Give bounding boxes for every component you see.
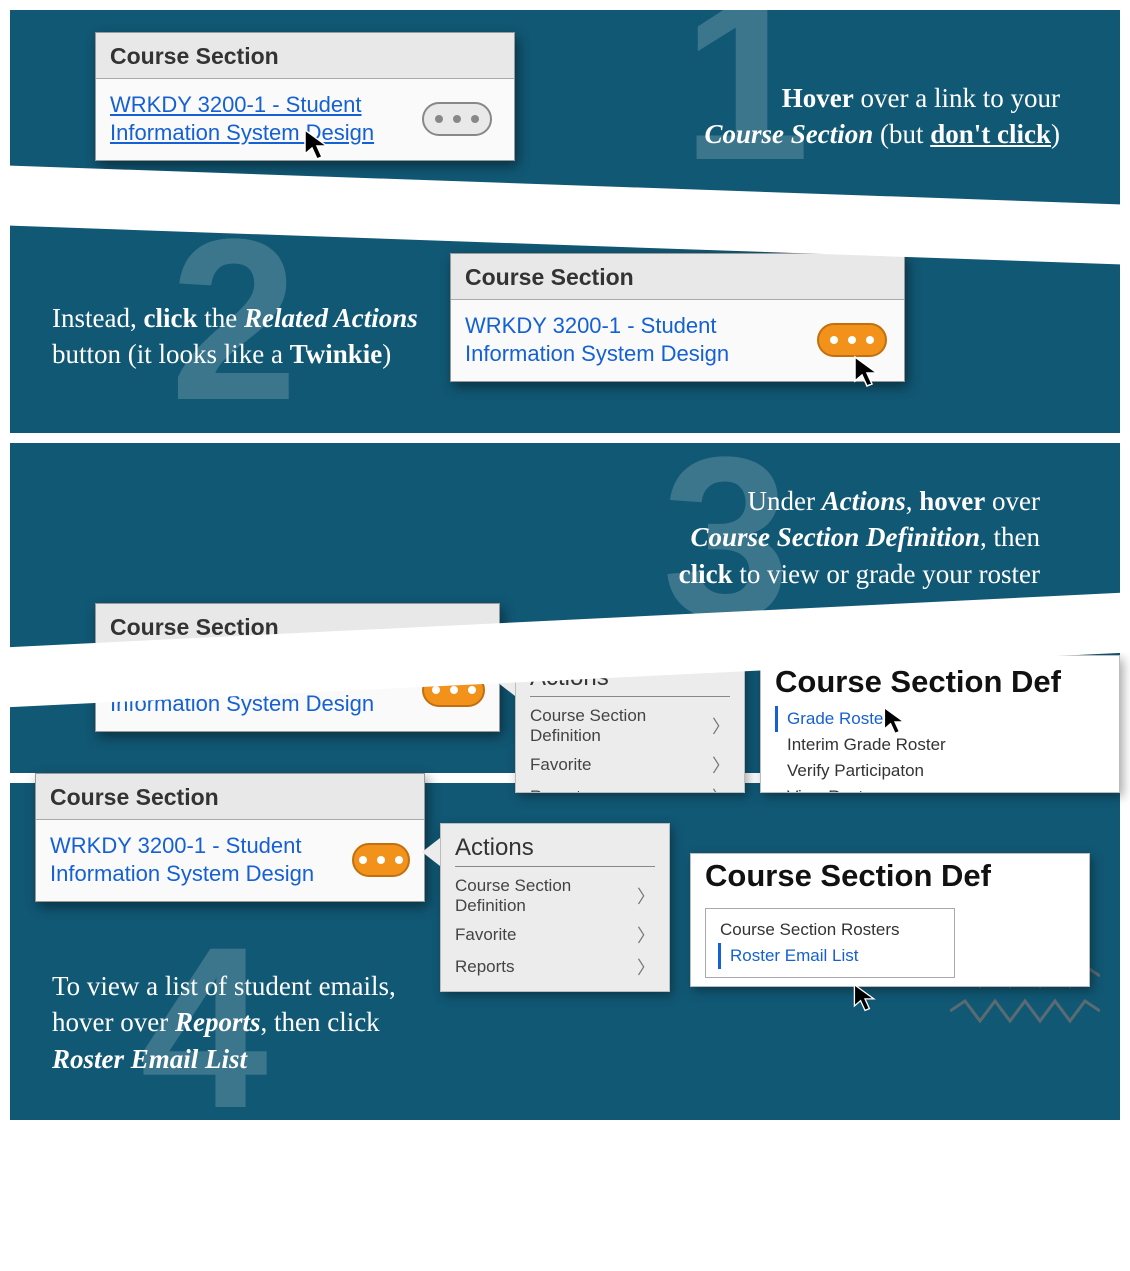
related-actions-button[interactable] [422,102,492,136]
chevron-right-icon: 〉 [712,784,730,793]
panel-4: 4 To view a list of student emails,hover… [10,783,1120,1120]
submenu-heading: Course Section Def [775,664,1105,700]
ellipsis-icon [435,115,443,123]
course-link[interactable]: WRKDY 3200-1 - Student Information Syste… [110,91,410,146]
submenu-item[interactable]: Course Section Rosters [718,917,942,943]
submenu-item[interactable]: Grade Roster [775,706,1105,732]
zigzag-decoration [950,998,1100,1024]
cursor-icon [852,983,878,1013]
actions-title: Actions [455,834,655,867]
card-header: Course Section [96,33,514,79]
ellipsis-icon [432,686,440,694]
submenu-item[interactable]: Roster Email List [718,943,942,969]
actions-item[interactable]: Course Section Definition〉 [455,873,655,919]
course-card-4: Course Section WRKDY 3200-1 - Student In… [35,773,425,902]
related-actions-button[interactable] [817,323,887,357]
ellipsis-icon [359,856,367,864]
chevron-right-icon: 〉 [712,713,730,739]
submenu-course-def: Course Section Def Grade Roster Interim … [760,655,1120,793]
submenu-item[interactable]: Verify Participaton [775,758,1105,784]
card-header: Course Section [451,254,904,300]
course-card-1: Course Section WRKDY 3200-1 - Student In… [95,32,515,161]
instruction-2: Instead, click the Related Actionsbutton… [52,300,452,373]
submenu-item[interactable]: View Roster [775,784,1105,793]
related-actions-button[interactable] [352,843,410,877]
course-link[interactable]: WRKDY 3200-1 - Student Information Syste… [465,312,805,367]
instruction-1: Hover over a link to yourCourse Section … [620,80,1060,153]
bubble-notch [422,838,440,866]
instruction-3: Under Actions, hover overCourse Section … [580,483,1040,592]
card-header: Course Section [36,774,424,820]
submenu-heading: Course Section Def [705,858,1075,894]
course-link[interactable]: WRKDY 3200-1 - Student Information Syste… [50,832,340,887]
actions-item[interactable]: Favorite〉 [530,749,730,781]
actions-menu: Actions Course Section Definition〉 Favor… [440,823,670,992]
submenu-item[interactable]: Interim Grade Roster [775,732,1105,758]
instruction-4: To view a list of student emails,hover o… [52,968,452,1077]
actions-item[interactable]: Reports〉 [455,951,655,983]
panel-1: 1 Hover over a link to yourCourse Sectio… [10,10,1120,205]
actions-item[interactable]: Reports〉 [530,781,730,793]
chevron-right-icon: 〉 [637,922,655,948]
submenu-reports: Course Section Def Course Section Roster… [690,853,1090,987]
chevron-right-icon: 〉 [637,883,655,909]
actions-item[interactable]: Course Section Definition〉 [530,703,730,749]
divider [0,1145,1130,1271]
actions-item[interactable]: Favorite〉 [455,919,655,951]
ellipsis-icon [830,336,838,344]
course-card-2: Course Section WRKDY 3200-1 - Student In… [450,253,905,382]
chevron-right-icon: 〉 [712,752,730,778]
chevron-right-icon: 〉 [637,954,655,980]
